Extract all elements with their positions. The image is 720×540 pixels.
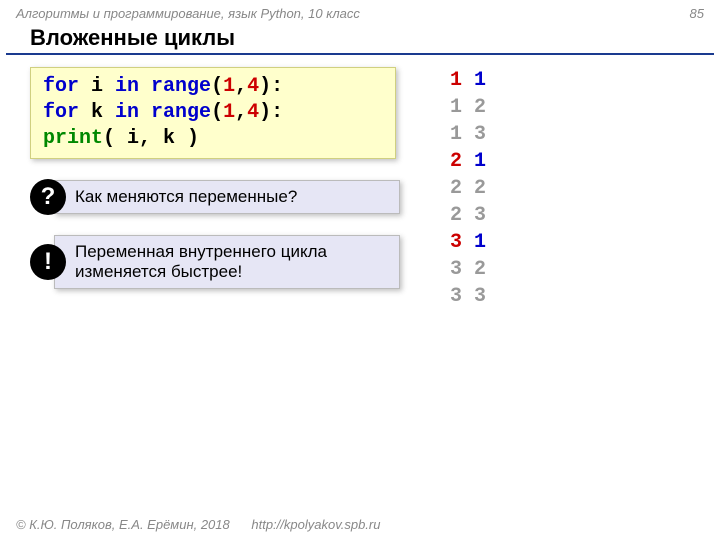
page-number: 85 (690, 6, 704, 21)
question-text: Как меняются переменные? (54, 180, 400, 214)
code-block: for i in range(1,4): for k in range(1,4)… (30, 67, 396, 159)
question-callout: ? Как меняются переменные? (30, 179, 690, 215)
code-line-2: for k in range(1,4): (43, 100, 383, 126)
course-label: Алгоритмы и программирование, язык Pytho… (16, 6, 360, 21)
output-row: 2 1 (450, 148, 486, 175)
output-block: 1 11 21 32 12 22 33 13 23 3 (450, 67, 486, 310)
output-row: 1 3 (450, 121, 486, 148)
page-title: Вложенные циклы (0, 23, 720, 53)
output-row: 2 2 (450, 175, 486, 202)
footer: © К.Ю. Поляков, Е.А. Ерёмин, 2018 http:/… (16, 517, 398, 532)
code-line-1: for i in range(1,4): (43, 74, 383, 100)
output-row: 3 2 (450, 256, 486, 283)
info-callout: ! Переменная внутреннего цикла изменяетс… (30, 235, 690, 289)
output-row: 2 3 (450, 202, 486, 229)
output-row: 3 1 (450, 229, 486, 256)
header: Алгоритмы и программирование, язык Pytho… (0, 0, 720, 23)
content: for i in range(1,4): for k in range(1,4)… (0, 67, 720, 289)
exclamation-icon: ! (30, 244, 66, 280)
footer-url: http://kpolyakov.spb.ru (251, 517, 380, 532)
output-row: 3 3 (450, 283, 486, 310)
output-row: 1 2 (450, 94, 486, 121)
divider (6, 53, 714, 55)
question-icon: ? (30, 179, 66, 215)
code-line-3: print( i, k ) (43, 126, 383, 152)
copyright: © К.Ю. Поляков, Е.А. Ерёмин, 2018 (16, 517, 230, 532)
output-row: 1 1 (450, 67, 486, 94)
info-text: Переменная внутреннего цикла изменяется … (54, 235, 400, 289)
